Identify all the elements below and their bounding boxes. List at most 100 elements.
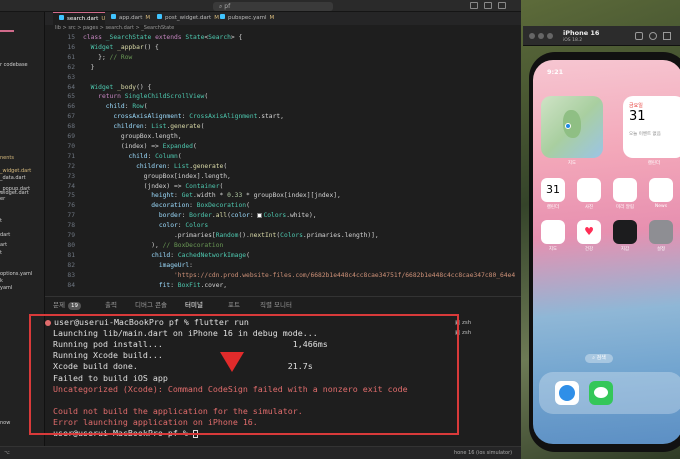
minimize-icon[interactable] (538, 33, 544, 39)
explorer-item[interactable]: _data.dart (0, 175, 26, 181)
explorer-item[interactable]: nents (0, 155, 14, 161)
code-line[interactable]: 70 (index) => Expanded( (45, 142, 521, 152)
problems-count-badge: 19 (67, 302, 81, 310)
code-line[interactable]: 66 child: Row( (45, 102, 521, 112)
iphone-screen[interactable]: 9:21 지도 금요일 31 오늘 이벤트 없음 캘린더 31 캘린더 사진 미리 알… (533, 60, 680, 444)
tab-app-dart[interactable]: app.dart M (105, 12, 150, 25)
app-icon-5[interactable]: ♥ (577, 220, 601, 244)
simulator-titlebar: iPhone 16 iOS 18.2 (523, 26, 680, 46)
breadcrumb[interactable]: lib > src > pages > search.dart > _Searc… (55, 25, 174, 31)
code-text: } (83, 63, 95, 71)
calendar-widget[interactable]: 금요일 31 오늘 이벤트 없음 (623, 96, 680, 158)
app-glyph: ♥ (584, 225, 594, 238)
spotlight-search-button[interactable]: ⌕ 검색 (585, 354, 613, 363)
explorer-item[interactable]: now (0, 420, 10, 426)
code-line[interactable]: 83 'https://cdn.prod.website-files.com/6… (45, 271, 521, 281)
explorer-item[interactable]: k (0, 278, 3, 284)
app-icon-1[interactable] (577, 178, 601, 202)
code-line[interactable]: 81 child: CachedNetworkImage( (45, 251, 521, 261)
device-selector[interactable]: hone 16 (ios simulator) (454, 450, 512, 456)
code-line[interactable]: 16 Widget _appbar() { (45, 43, 521, 53)
code-line[interactable]: 61 }; // Row (45, 53, 521, 63)
code-text: }; // Row (83, 53, 133, 61)
code-line[interactable]: 75 height: Get.width * 0.33 * groupBox[i… (45, 191, 521, 201)
code-line[interactable]: 65 return SingleChildScrollView( (45, 92, 521, 102)
code-line[interactable]: 82 imageUrl: (45, 261, 521, 271)
code-line[interactable]: 62 } (45, 63, 521, 73)
line-number: 68 (67, 123, 75, 131)
panel-tab[interactable]: 포트 (228, 297, 240, 314)
panel-tabs: 문제 19 출력 디버그 콘솔 터미널 포트 직렬 모니터 (45, 296, 521, 314)
explorer-item[interactable]: options.yaml (0, 271, 32, 277)
code-line[interactable]: 78 color: Colors (45, 221, 521, 231)
line-number: 80 (67, 241, 75, 249)
explorer-item[interactable]: dart (0, 232, 10, 238)
panel-tab[interactable]: 출력 (105, 297, 117, 314)
code-line[interactable]: 67 crossAxisAlignment: CrossAxisAlignmen… (45, 112, 521, 122)
tab-pubspec-yaml[interactable]: pubspec.yaml M (214, 12, 274, 25)
code-text: ), // BoxDecoration (83, 241, 224, 249)
zoom-icon[interactable] (547, 33, 553, 39)
code-line[interactable]: 77 border: Border.all(color: Colors.whit… (45, 211, 521, 221)
explorer-item[interactable]: r codebase (0, 62, 28, 68)
explorer-item[interactable]: _widget.dart (0, 168, 31, 174)
command-search-input[interactable]: ⌕ pf (213, 2, 333, 11)
calendar-note: 오늘 이벤트 없음 (629, 132, 661, 137)
calendar-day: 금요일 (629, 103, 643, 109)
split-icon[interactable] (498, 2, 506, 9)
desktop: ⌕ pf r codebase nents _widget.dart _data.da… (0, 0, 680, 459)
panel-tab[interactable]: 문제 19 (53, 297, 81, 314)
panel-tab[interactable]: 터미널 (185, 297, 203, 314)
app-icon-3[interactable] (649, 178, 673, 202)
code-line[interactable]: 63 (45, 73, 521, 83)
code-line[interactable]: 68 children: List.generate( (45, 122, 521, 132)
maps-widget[interactable] (541, 96, 603, 158)
app-icon-6[interactable] (613, 220, 637, 244)
code-line[interactable]: 71 child: Column( (45, 152, 521, 162)
app-label: 미리 알림 (616, 205, 634, 210)
screenshot-icon[interactable] (649, 32, 657, 40)
code-editor[interactable]: 15 class _SearchState extends State<Searc… (45, 33, 521, 295)
panel-toggle-icon[interactable] (484, 2, 492, 9)
panel-tab[interactable]: 디버그 콘솔 (135, 297, 167, 314)
code-text: groupBox.length, (83, 133, 182, 140)
code-line[interactable]: 74 (jndex) => Container( (45, 182, 521, 192)
explorer-item[interactable]: art (0, 242, 7, 248)
code-line[interactable]: 79 .primaries[Random().nextInt(Colors.pr… (45, 231, 521, 241)
rotate-icon[interactable] (663, 32, 671, 40)
line-number: 71 (67, 152, 75, 160)
line-number: 64 (67, 83, 75, 91)
tab-post-widget-dart[interactable]: post_widget.dart M (151, 12, 219, 25)
code-line[interactable]: 15 class _SearchState extends State<Searc… (45, 33, 521, 43)
line-number: 61 (67, 53, 75, 61)
layout-icon[interactable] (470, 2, 478, 9)
tab-search-dart[interactable]: search.dart U (53, 12, 106, 25)
code-line[interactable]: 64 Widget _body() { (45, 83, 521, 93)
code-text: .primaries[Random().nextInt(Colors.prima… (83, 232, 379, 239)
code-line[interactable]: 72 children: List.generate( (45, 162, 521, 172)
code-text: class _SearchState extends State<Search>… (83, 34, 243, 41)
app-icon-2[interactable] (613, 178, 637, 202)
line-number: 76 (67, 202, 75, 210)
messages-icon[interactable] (589, 381, 613, 405)
remote-icon[interactable]: ⌥ (4, 450, 10, 456)
code-line[interactable]: 69 groupBox.length, (45, 132, 521, 142)
explorer-item[interactable]: yaml (0, 285, 12, 291)
app-icon-7[interactable] (649, 220, 673, 244)
line-number: 16 (67, 43, 75, 51)
dock (539, 372, 680, 414)
app-icon-0[interactable]: 31 (541, 178, 565, 202)
code-line[interactable]: 76 decoration: BoxDecoration( (45, 201, 521, 211)
app-icon-4[interactable] (541, 220, 565, 244)
explorer-item[interactable]: er (0, 196, 5, 202)
explorer-item[interactable]: t (0, 250, 2, 256)
explorer-item[interactable]: t (0, 218, 2, 224)
home-button-icon[interactable] (635, 32, 643, 40)
code-line[interactable]: 73 groupBox[index].length, (45, 172, 521, 182)
code-line[interactable]: 84 fit: BoxFit.cover, (45, 281, 521, 291)
safari-icon[interactable] (555, 381, 579, 405)
modified-badge: M (145, 15, 151, 21)
close-icon[interactable] (529, 33, 535, 39)
panel-tab[interactable]: 직렬 모니터 (260, 297, 292, 314)
code-line[interactable]: 80 ), // BoxDecoration (45, 241, 521, 251)
